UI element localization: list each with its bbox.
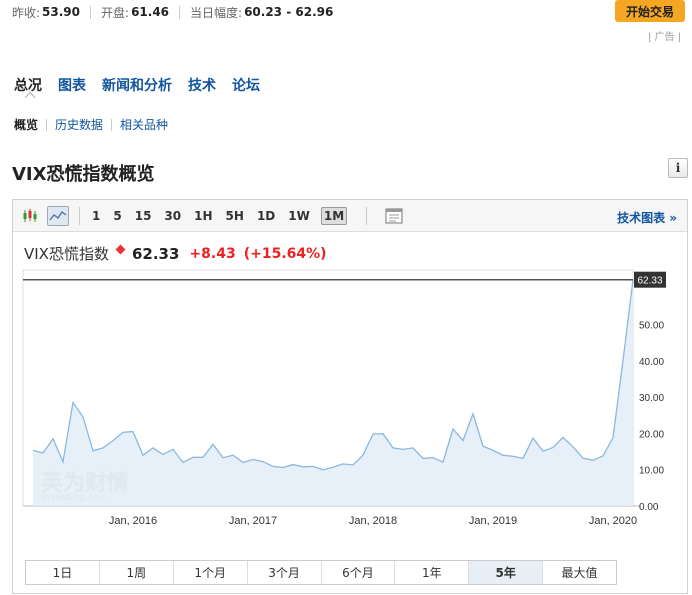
y-tick-label: 30.00 [639, 393, 664, 404]
active-tab-caret-icon [25, 91, 35, 98]
x-tick-label: Jan, 2017 [229, 515, 277, 527]
divider [179, 5, 181, 19]
open-price: 开盘: 61.46 [101, 5, 170, 20]
info-icon[interactable]: i [668, 158, 688, 178]
period-1m[interactable]: 1个月 [174, 561, 248, 584]
period-1y[interactable]: 1年 [395, 561, 470, 584]
subtab-historical-data[interactable]: 历史数据 [55, 116, 103, 133]
x-tick-label: Jan, 2019 [469, 515, 517, 527]
tab-technical[interactable]: 技术 [188, 75, 216, 95]
quote-stats-bar: 昨收: 53.90 开盘: 61.46 当日幅度: 60.23 - 62.96 [12, 3, 572, 21]
tab-charts[interactable]: 图表 [58, 75, 86, 95]
period-6m[interactable]: 6个月 [322, 561, 396, 584]
y-tick-label: 40.00 [639, 357, 664, 368]
sub-tabs: 概览 历史数据 相关品种 [14, 116, 168, 133]
prev-close: 昨收: 53.90 [12, 5, 81, 20]
y-tick-label: 10.00 [639, 466, 664, 477]
divider [111, 118, 113, 131]
period-selector: 1日 1周 1个月 3个月 6个月 1年 5年 最大值 [25, 560, 617, 585]
subtab-related-instruments[interactable]: 相关品种 [120, 116, 168, 133]
period-5y[interactable]: 5年 [469, 561, 544, 584]
y-tick-label: 0.00 [639, 502, 659, 513]
tab-forum[interactable]: 论坛 [232, 75, 260, 95]
period-3m[interactable]: 3个月 [248, 561, 322, 584]
x-tick-label: Jan, 2018 [349, 515, 397, 527]
ad-label[interactable]: | 广告 | [648, 28, 681, 43]
subtab-summary[interactable]: 概览 [14, 116, 38, 133]
x-tick-label: Jan, 2016 [109, 515, 157, 527]
x-tick-label: Jan, 2020 [589, 515, 637, 527]
main-tabs: 总况 图表 新闻和分析 技术 论坛 [14, 75, 276, 95]
start-trading-button[interactable]: 开始交易 [615, 0, 685, 22]
price-chart[interactable]: 0.00 10.00 20.00 30.00 40.00 50.00 Jan, 2016 Ja… [13, 200, 687, 556]
divider [46, 118, 48, 131]
tab-news-analysis[interactable]: 新闻和分析 [102, 75, 172, 95]
series-area [33, 279, 633, 506]
divider [90, 5, 92, 19]
y-tick-label: 20.00 [639, 429, 664, 440]
page-title: VIX恐慌指数概览 [12, 164, 155, 185]
chart-panel: 1 5 15 30 1H 5H 1D 1W 1M 技术图表 » VIX恐慌指数 … [12, 199, 688, 594]
period-max[interactable]: 最大值 [543, 561, 616, 584]
day-range: 当日幅度: 60.23 - 62.96 [190, 5, 334, 20]
period-1d[interactable]: 1日 [26, 561, 100, 584]
y-tick-label: 50.00 [639, 320, 664, 331]
period-1w[interactable]: 1周 [100, 561, 174, 584]
last-value-label: 62.33 [637, 276, 662, 287]
